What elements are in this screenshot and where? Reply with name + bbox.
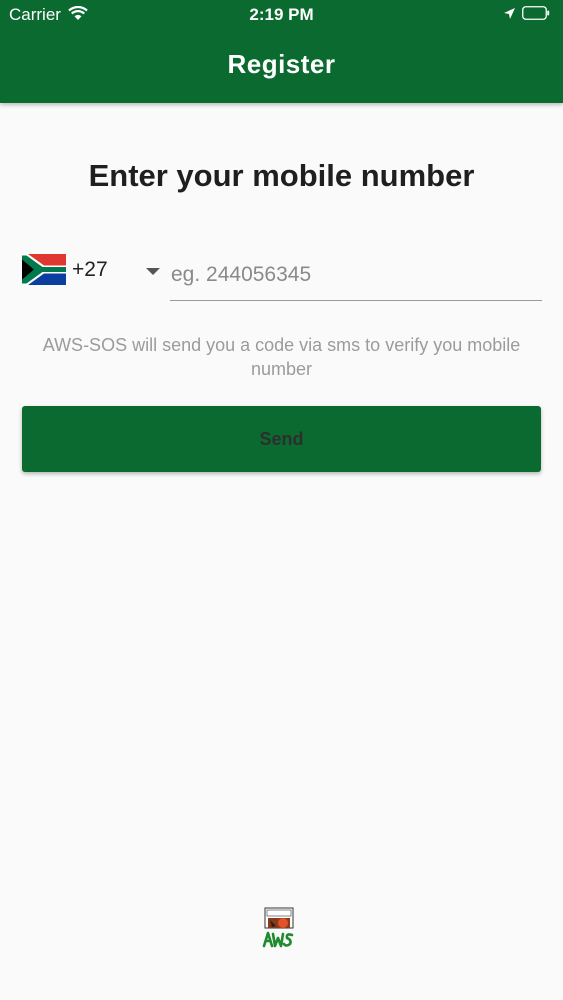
verification-hint: AWS-SOS will send you a code via sms to …	[42, 335, 521, 379]
screen-heading: Enter your mobile number	[88, 158, 475, 193]
south-africa-flag-icon[interactable]	[22, 254, 66, 285]
ranger-aws-logo	[262, 907, 294, 948]
send-button[interactable]: Send	[22, 406, 541, 472]
dropdown-arrow-icon[interactable]	[146, 268, 160, 276]
app-bar: Carrier 2:19 PM Register	[0, 0, 563, 103]
status-bar: Carrier 2:19 PM	[0, 0, 563, 30]
dial-code[interactable]: +27	[72, 258, 108, 282]
status-time: 2:19 PM	[249, 5, 314, 24]
page-title: Register	[227, 49, 336, 79]
phone-number-input[interactable]	[170, 250, 542, 301]
battery-icon	[522, 6, 550, 20]
location-arrow-icon	[504, 8, 515, 19]
